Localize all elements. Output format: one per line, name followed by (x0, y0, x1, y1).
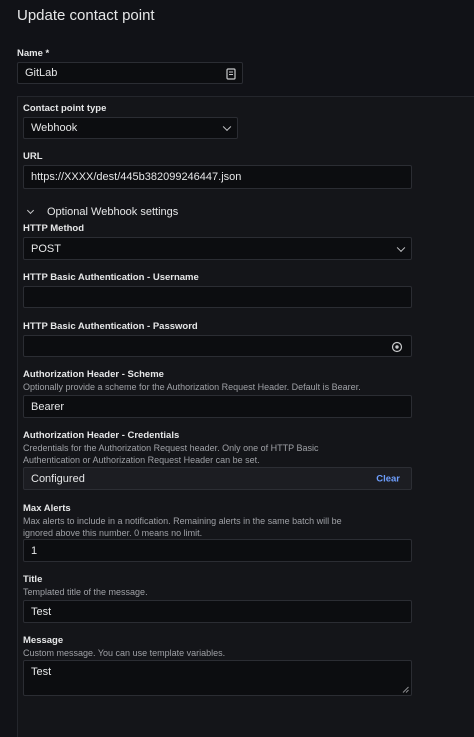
optional-settings-toggle[interactable]: Optional Webhook settings (25, 204, 178, 220)
max-alerts-description-line2: ignored above this number. 0 means no li… (23, 528, 203, 538)
resize-handle-icon[interactable] (402, 686, 409, 693)
title-input[interactable]: Test (23, 600, 412, 623)
form-icon (226, 68, 236, 80)
clear-button[interactable]: Clear (376, 473, 400, 484)
auth-credentials-input[interactable]: Configured Clear (23, 467, 412, 490)
url-input[interactable]: https://XXXX/dest/445b382099246447.json (23, 165, 412, 189)
contact-point-type-value: Webhook (31, 122, 78, 134)
auth-credentials-label: Authorization Header - Credentials (23, 430, 180, 441)
max-alerts-label: Max Alerts (23, 503, 71, 514)
basic-auth-username-label: HTTP Basic Authentication - Username (23, 272, 199, 283)
auth-credentials-description-line2: Authentication or Authorization Request … (23, 455, 260, 465)
title-description: Templated title of the message. (23, 587, 148, 597)
url-value: https://XXXX/dest/445b382099246447.json (31, 171, 242, 183)
http-method-select[interactable]: POST (23, 237, 412, 260)
eye-icon[interactable] (391, 341, 403, 353)
page-title: Update contact point (17, 7, 155, 24)
auth-scheme-value: Bearer (31, 400, 65, 413)
basic-auth-password-input[interactable] (23, 335, 412, 357)
contact-point-type-select[interactable]: Webhook (23, 117, 238, 139)
title-value: Test (31, 605, 52, 618)
url-label: URL (23, 151, 43, 162)
chevron-down-icon (26, 206, 35, 215)
auth-scheme-description: Optionally provide a scheme for the Auth… (23, 382, 361, 392)
chevron-down-icon (222, 122, 232, 132)
http-method-value: POST (31, 242, 61, 255)
name-input[interactable]: GitLab (17, 62, 243, 84)
message-label: Message (23, 635, 64, 646)
name-label: Name * (17, 48, 50, 59)
auth-credentials-value: Configured (31, 472, 85, 485)
message-description: Custom message. You can use template var… (23, 648, 226, 658)
max-alerts-value: 1 (31, 544, 38, 557)
auth-scheme-input[interactable]: Bearer (23, 395, 412, 418)
auth-scheme-label: Authorization Header - Scheme (23, 369, 164, 380)
max-alerts-input[interactable]: 1 (23, 539, 412, 562)
title-label: Title (23, 574, 43, 585)
basic-auth-username-input[interactable] (23, 286, 412, 308)
message-textarea[interactable]: Test (23, 660, 412, 696)
http-method-label: HTTP Method (23, 223, 85, 234)
optional-settings-label: Optional Webhook settings (47, 206, 179, 218)
basic-auth-password-label: HTTP Basic Authentication - Password (23, 321, 198, 332)
name-value: GitLab (25, 67, 58, 79)
contact-point-type-label: Contact point type (23, 103, 107, 114)
auth-credentials-description-line1: Credentials for the Authorization Reques… (23, 443, 319, 453)
message-value: Test (31, 666, 52, 678)
chevron-down-icon (396, 243, 406, 252)
max-alerts-description-line1: Max alerts to include in a notification.… (23, 516, 342, 526)
